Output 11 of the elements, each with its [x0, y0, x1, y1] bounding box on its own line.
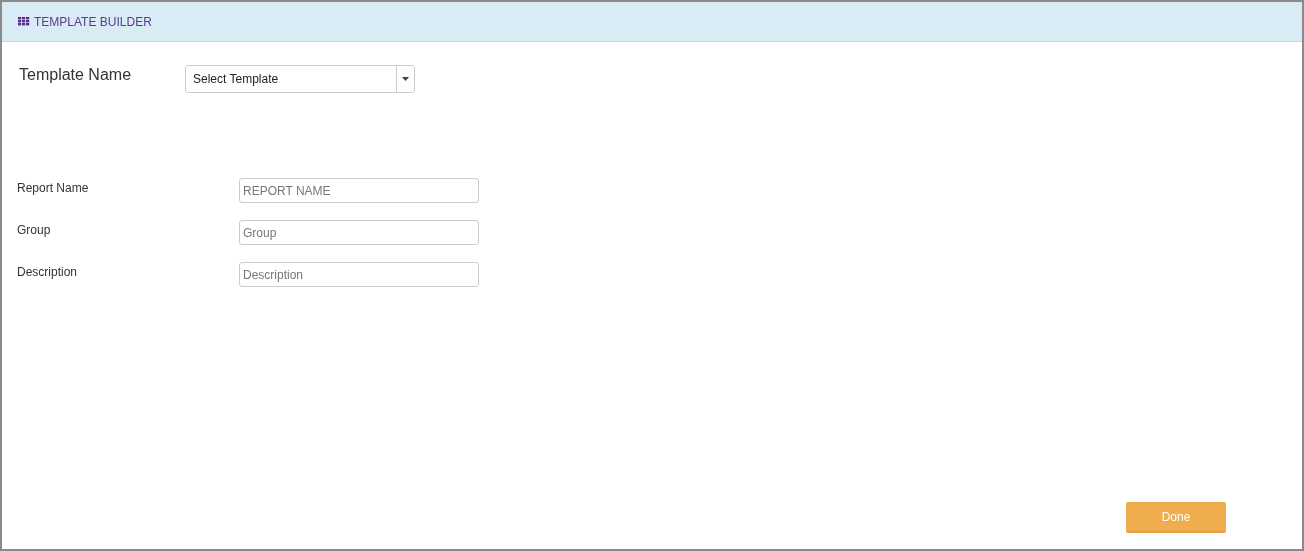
template-name-label: Template Name [19, 65, 133, 85]
input-field[interactable]: REPORT NAME [239, 178, 479, 203]
input-field[interactable]: Group [239, 220, 479, 245]
field-label: Group [17, 222, 52, 239]
template-select[interactable]: Select Template [185, 65, 415, 93]
field-label: Description [17, 264, 79, 281]
field-label: Report Name [17, 180, 90, 197]
caret-icon [402, 77, 409, 81]
header-title: TEMPLATE BUILDER [34, 13, 152, 31]
grid-icon [18, 17, 30, 26]
input-field[interactable]: Description [239, 262, 479, 287]
